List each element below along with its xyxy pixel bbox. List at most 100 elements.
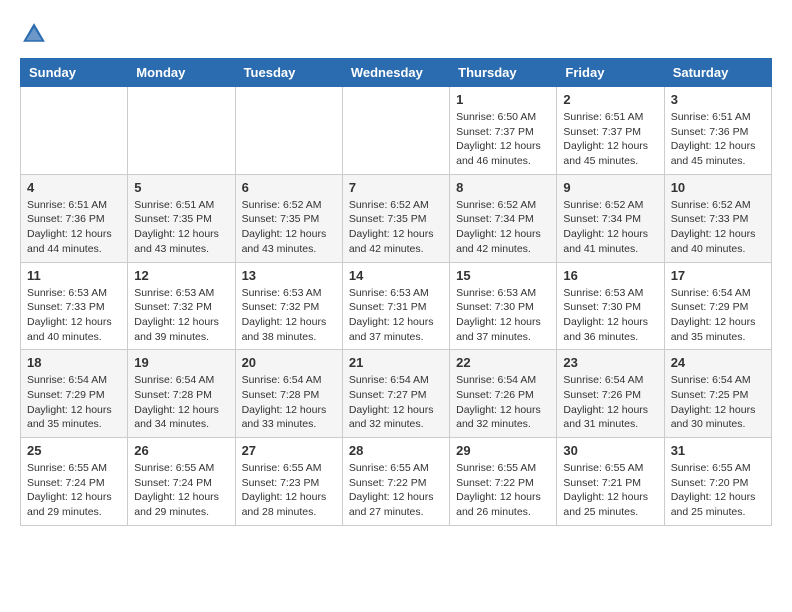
day-number: 10 [671, 180, 765, 195]
day-info: Sunrise: 6:54 AM Sunset: 7:28 PM Dayligh… [242, 373, 336, 432]
day-number: 14 [349, 268, 443, 283]
day-info: Sunrise: 6:54 AM Sunset: 7:27 PM Dayligh… [349, 373, 443, 432]
day-info: Sunrise: 6:55 AM Sunset: 7:20 PM Dayligh… [671, 461, 765, 520]
calendar-cell: 25 Sunrise: 6:55 AM Sunset: 7:24 PM Dayli… [21, 438, 128, 526]
day-info: Sunrise: 6:54 AM Sunset: 7:29 PM Dayligh… [27, 373, 121, 432]
logo-icon [20, 20, 48, 48]
day-number: 20 [242, 355, 336, 370]
calendar-cell: 13 Sunrise: 6:53 AM Sunset: 7:32 PM Dayli… [235, 262, 342, 350]
day-number: 25 [27, 443, 121, 458]
day-number: 13 [242, 268, 336, 283]
day-info: Sunrise: 6:55 AM Sunset: 7:23 PM Dayligh… [242, 461, 336, 520]
day-number: 21 [349, 355, 443, 370]
calendar-week-row: 1 Sunrise: 6:50 AM Sunset: 7:37 PM Daylig… [21, 87, 772, 175]
day-info: Sunrise: 6:52 AM Sunset: 7:35 PM Dayligh… [349, 198, 443, 257]
day-number: 24 [671, 355, 765, 370]
weekday-header-monday: Monday [128, 59, 235, 87]
weekday-header-tuesday: Tuesday [235, 59, 342, 87]
day-number: 16 [563, 268, 657, 283]
calendar-cell: 1 Sunrise: 6:50 AM Sunset: 7:37 PM Daylig… [450, 87, 557, 175]
day-number: 22 [456, 355, 550, 370]
day-info: Sunrise: 6:54 AM Sunset: 7:26 PM Dayligh… [563, 373, 657, 432]
calendar-cell: 4 Sunrise: 6:51 AM Sunset: 7:36 PM Daylig… [21, 174, 128, 262]
day-info: Sunrise: 6:53 AM Sunset: 7:31 PM Dayligh… [349, 286, 443, 345]
day-info: Sunrise: 6:51 AM Sunset: 7:37 PM Dayligh… [563, 110, 657, 169]
day-info: Sunrise: 6:55 AM Sunset: 7:24 PM Dayligh… [27, 461, 121, 520]
day-info: Sunrise: 6:51 AM Sunset: 7:35 PM Dayligh… [134, 198, 228, 257]
day-number: 6 [242, 180, 336, 195]
calendar-cell: 5 Sunrise: 6:51 AM Sunset: 7:35 PM Daylig… [128, 174, 235, 262]
calendar-cell: 27 Sunrise: 6:55 AM Sunset: 7:23 PM Dayli… [235, 438, 342, 526]
day-info: Sunrise: 6:53 AM Sunset: 7:32 PM Dayligh… [134, 286, 228, 345]
day-number: 4 [27, 180, 121, 195]
day-number: 15 [456, 268, 550, 283]
day-info: Sunrise: 6:54 AM Sunset: 7:25 PM Dayligh… [671, 373, 765, 432]
day-number: 1 [456, 92, 550, 107]
weekday-header-thursday: Thursday [450, 59, 557, 87]
calendar-cell [342, 87, 449, 175]
day-info: Sunrise: 6:53 AM Sunset: 7:33 PM Dayligh… [27, 286, 121, 345]
calendar-cell: 10Sunrise: 6:52 AM Sunset: 7:33 PM Dayli… [664, 174, 771, 262]
calendar-cell: 17Sunrise: 6:54 AM Sunset: 7:29 PM Dayli… [664, 262, 771, 350]
day-info: Sunrise: 6:54 AM Sunset: 7:29 PM Dayligh… [671, 286, 765, 345]
day-info: Sunrise: 6:51 AM Sunset: 7:36 PM Dayligh… [27, 198, 121, 257]
calendar-cell: 30 Sunrise: 6:55 AM Sunset: 7:21 PM Dayli… [557, 438, 664, 526]
calendar-cell: 14 Sunrise: 6:53 AM Sunset: 7:31 PM Dayli… [342, 262, 449, 350]
day-number: 5 [134, 180, 228, 195]
calendar-cell: 3 Sunrise: 6:51 AM Sunset: 7:36 PM Daylig… [664, 87, 771, 175]
day-number: 12 [134, 268, 228, 283]
calendar-cell: 29 Sunrise: 6:55 AM Sunset: 7:22 PM Dayli… [450, 438, 557, 526]
calendar-cell: 24 Sunrise: 6:54 AM Sunset: 7:25 PM Dayli… [664, 350, 771, 438]
calendar-cell: 7 Sunrise: 6:52 AM Sunset: 7:35 PM Daylig… [342, 174, 449, 262]
calendar-cell: 6 Sunrise: 6:52 AM Sunset: 7:35 PM Daylig… [235, 174, 342, 262]
calendar-header-row: SundayMondayTuesdayWednesdayThursdayFrid… [21, 59, 772, 87]
logo [20, 20, 52, 48]
day-number: 27 [242, 443, 336, 458]
calendar-cell: 12 Sunrise: 6:53 AM Sunset: 7:32 PM Dayli… [128, 262, 235, 350]
day-number: 26 [134, 443, 228, 458]
calendar-week-row: 25 Sunrise: 6:55 AM Sunset: 7:24 PM Dayli… [21, 438, 772, 526]
day-number: 28 [349, 443, 443, 458]
weekday-header-wednesday: Wednesday [342, 59, 449, 87]
calendar-cell: 28Sunrise: 6:55 AM Sunset: 7:22 PM Dayli… [342, 438, 449, 526]
day-info: Sunrise: 6:53 AM Sunset: 7:30 PM Dayligh… [563, 286, 657, 345]
day-info: Sunrise: 6:53 AM Sunset: 7:30 PM Dayligh… [456, 286, 550, 345]
day-info: Sunrise: 6:53 AM Sunset: 7:32 PM Dayligh… [242, 286, 336, 345]
day-info: Sunrise: 6:52 AM Sunset: 7:35 PM Dayligh… [242, 198, 336, 257]
page-header [20, 20, 772, 48]
weekday-header-friday: Friday [557, 59, 664, 87]
day-number: 9 [563, 180, 657, 195]
calendar-cell: 19Sunrise: 6:54 AM Sunset: 7:28 PM Dayli… [128, 350, 235, 438]
calendar-cell [128, 87, 235, 175]
calendar-cell: 18 Sunrise: 6:54 AM Sunset: 7:29 PM Dayli… [21, 350, 128, 438]
day-number: 11 [27, 268, 121, 283]
calendar-cell: 2 Sunrise: 6:51 AM Sunset: 7:37 PM Daylig… [557, 87, 664, 175]
day-number: 2 [563, 92, 657, 107]
day-number: 23 [563, 355, 657, 370]
day-info: Sunrise: 6:54 AM Sunset: 7:28 PM Dayligh… [134, 373, 228, 432]
day-info: Sunrise: 6:55 AM Sunset: 7:22 PM Dayligh… [456, 461, 550, 520]
day-info: Sunrise: 6:51 AM Sunset: 7:36 PM Dayligh… [671, 110, 765, 169]
calendar-cell: 11 Sunrise: 6:53 AM Sunset: 7:33 PM Dayli… [21, 262, 128, 350]
day-number: 3 [671, 92, 765, 107]
day-info: Sunrise: 6:52 AM Sunset: 7:34 PM Dayligh… [456, 198, 550, 257]
day-number: 18 [27, 355, 121, 370]
day-number: 31 [671, 443, 765, 458]
day-info: Sunrise: 6:54 AM Sunset: 7:26 PM Dayligh… [456, 373, 550, 432]
calendar-cell: 21 Sunrise: 6:54 AM Sunset: 7:27 PM Dayli… [342, 350, 449, 438]
calendar-week-row: 11 Sunrise: 6:53 AM Sunset: 7:33 PM Dayli… [21, 262, 772, 350]
calendar-cell [21, 87, 128, 175]
day-number: 7 [349, 180, 443, 195]
calendar-cell: 16 Sunrise: 6:53 AM Sunset: 7:30 PM Dayli… [557, 262, 664, 350]
calendar-cell: 31 Sunrise: 6:55 AM Sunset: 7:20 PM Dayli… [664, 438, 771, 526]
calendar-week-row: 18 Sunrise: 6:54 AM Sunset: 7:29 PM Dayli… [21, 350, 772, 438]
day-number: 29 [456, 443, 550, 458]
weekday-header-saturday: Saturday [664, 59, 771, 87]
day-number: 30 [563, 443, 657, 458]
calendar-cell: 22 Sunrise: 6:54 AM Sunset: 7:26 PM Dayli… [450, 350, 557, 438]
day-info: Sunrise: 6:55 AM Sunset: 7:21 PM Dayligh… [563, 461, 657, 520]
day-info: Sunrise: 6:55 AM Sunset: 7:24 PM Dayligh… [134, 461, 228, 520]
day-info: Sunrise: 6:50 AM Sunset: 7:37 PM Dayligh… [456, 110, 550, 169]
day-info: Sunrise: 6:52 AM Sunset: 7:34 PM Dayligh… [563, 198, 657, 257]
calendar-cell [235, 87, 342, 175]
